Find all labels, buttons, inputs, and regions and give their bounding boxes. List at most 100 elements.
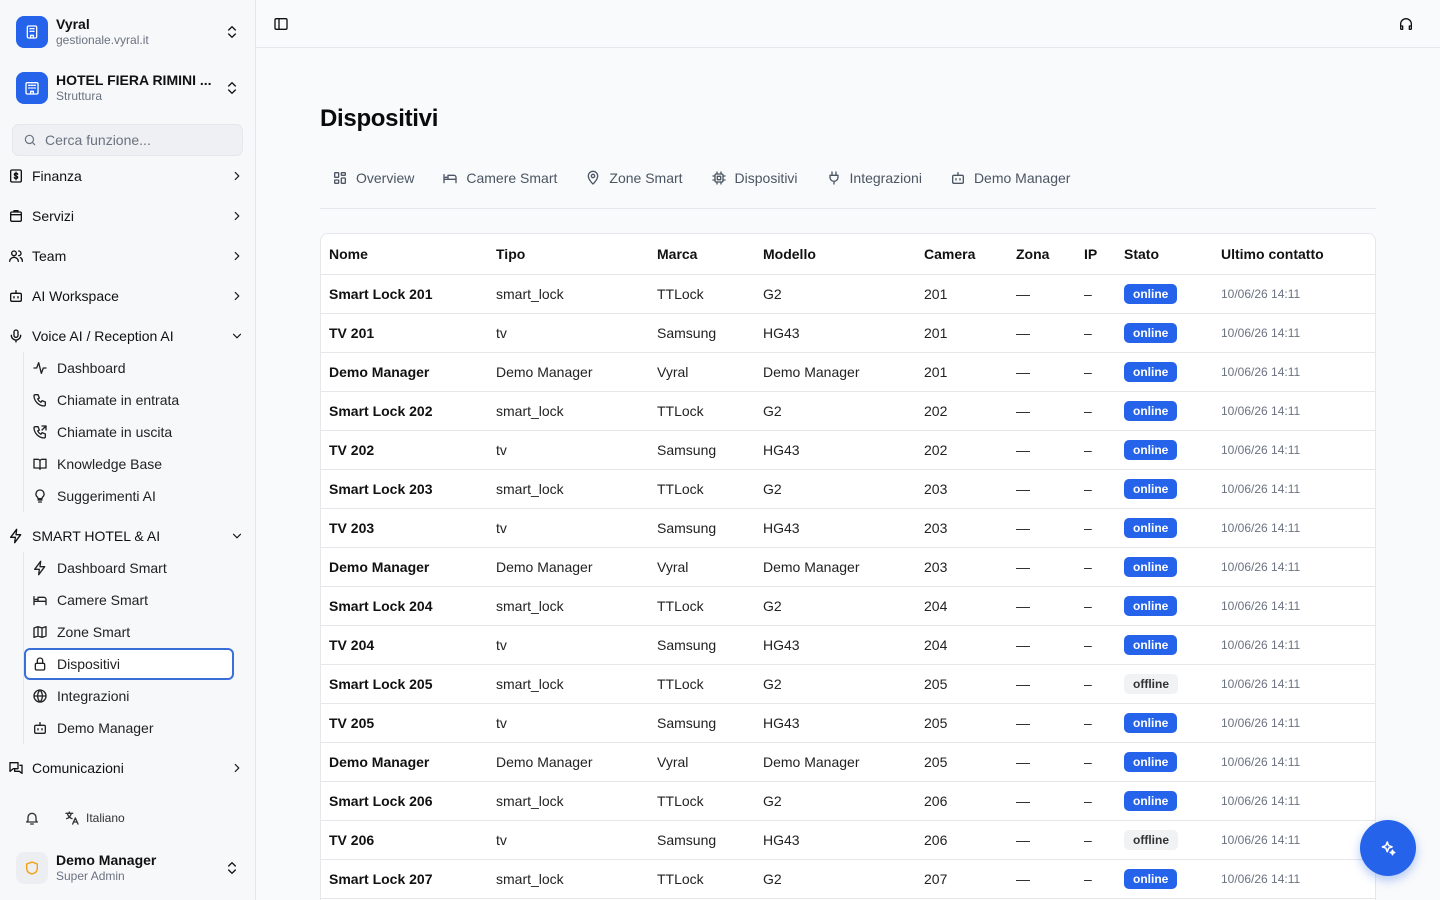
sidebar-item-incoming-calls[interactable]: Chiamate in entrata <box>24 385 232 415</box>
structure-switcher[interactable]: HOTEL FIERA RIMINI ... Struttura <box>8 64 248 112</box>
sidebar-item-dispositivi[interactable]: Dispositivi <box>24 648 234 680</box>
nav-group-voice-ai[interactable]: Voice AI / Reception AI <box>8 320 248 352</box>
bot-icon <box>951 172 964 184</box>
lightning-icon <box>34 560 46 576</box>
cell-tipo: tv <box>488 508 649 548</box>
bed-icon <box>33 596 47 606</box>
cell-modello: HG43 <box>755 313 916 353</box>
table-row[interactable]: Demo Manager Demo Manager Vyral Demo Manage… <box>321 352 1375 392</box>
cell-marca: Samsung <box>649 820 755 860</box>
org-switcher[interactable]: Vyral gestionale.vyral.it <box>8 8 248 56</box>
cell-camera: 206 <box>916 781 1008 821</box>
tab-integrazioni[interactable]: Integrazioni <box>814 161 934 195</box>
cell-camera: 205 <box>916 703 1008 743</box>
cell-modello: G2 <box>755 391 916 431</box>
search-input[interactable] <box>45 132 225 148</box>
sidebar-item-knowledge-base[interactable]: Knowledge Base <box>24 449 232 479</box>
table-row[interactable]: Smart Lock 202 smart_lock TTLock G2 202— – onl… <box>321 391 1375 431</box>
cell-ip: – <box>1076 586 1116 626</box>
table-row[interactable]: Smart Lock 207 smart_lock TTLock G2 207— – onl… <box>321 859 1375 899</box>
tab-dispositivi[interactable]: Dispositivi <box>699 161 810 195</box>
status-badge: online <box>1124 361 1178 382</box>
cell-camera: 203 <box>916 508 1008 548</box>
cell-tipo: tv <box>488 625 649 665</box>
cell-nome: Smart Lock 203 <box>321 469 488 509</box>
cell-stato: online <box>1116 313 1213 353</box>
nav-group-label: SMART HOTEL & AI <box>32 528 161 544</box>
nav-group-servizi[interactable]: Servizi <box>8 200 248 232</box>
cell-zona: — <box>1008 703 1076 743</box>
sidebar-item-outgoing-calls[interactable]: Chiamate in uscita <box>24 417 232 447</box>
sidebar-item-integrazioni[interactable]: Integrazioni <box>24 681 232 711</box>
table-row[interactable]: TV 203 tv Samsung HG43 203— – online 10/06/26 1… <box>321 508 1375 548</box>
nav-group-label: Servizi <box>32 208 75 224</box>
column-header: Zona <box>1008 234 1076 275</box>
cell-modello: HG43 <box>755 508 916 548</box>
sidebar-toggle-icon[interactable] <box>273 16 289 32</box>
status-badge: online <box>1124 556 1178 577</box>
bell-icon[interactable] <box>24 810 40 826</box>
user-menu[interactable]: Demo Manager Super Admin <box>8 844 248 892</box>
tab-camere-smart[interactable]: Camere Smart <box>430 161 569 195</box>
nav-group-finanza[interactable]: Finanza <box>8 160 248 192</box>
cell-camera: 203 <box>916 469 1008 509</box>
cell-nome: Demo Manager <box>321 352 488 392</box>
table-row[interactable]: Smart Lock 205 smart_lock TTLock G2 205— – off… <box>321 664 1375 704</box>
cell-nome: TV 203 <box>321 508 488 548</box>
sidebar-item-voice-dashboard[interactable]: Dashboard <box>24 353 232 383</box>
cell-ultimo-contatto: 10/06/26 14:11 <box>1213 430 1375 470</box>
sidebar-item-dashboard-smart[interactable]: Dashboard Smart <box>24 553 232 583</box>
tab-label: Integrazioni <box>849 170 922 186</box>
search-icon <box>24 134 36 146</box>
cell-marca: Samsung <box>649 625 755 665</box>
nav-group-comunicazioni[interactable]: Comunicazioni <box>8 752 248 784</box>
section-tabs: Overview Camere Smart Zone Smart Disposi… <box>320 161 1376 209</box>
table-row[interactable]: TV 201 tv Samsung HG43 201— – online 10/06/26 1… <box>321 313 1375 353</box>
cell-camera: 204 <box>916 586 1008 626</box>
sidebar-item-ai-suggestions[interactable]: Suggerimenti AI <box>24 481 232 511</box>
column-header: Ultimo contatto <box>1213 234 1375 275</box>
cell-modello: G2 <box>755 469 916 509</box>
tab-overview[interactable]: Overview <box>320 161 426 195</box>
table-row[interactable]: TV 206 tv Samsung HG43 206— – offline 10/06/26 … <box>321 820 1375 860</box>
ai-assistant-button[interactable] <box>1360 820 1416 876</box>
nav-group-ai-workspace[interactable]: AI Workspace <box>8 280 248 312</box>
cell-marca: TTLock <box>649 586 755 626</box>
table-row[interactable]: Smart Lock 206 smart_lock TTLock G2 206— – onl… <box>321 781 1375 821</box>
cell-ip: – <box>1076 274 1116 314</box>
sidebar: Vyral gestionale.vyral.it HOTEL FIERA RI… <box>0 0 256 900</box>
cell-modello: HG43 <box>755 625 916 665</box>
table-row[interactable]: Demo Manager Demo Manager Vyral Demo Manage… <box>321 547 1375 587</box>
sidebar-item-camere-smart[interactable]: Camere Smart <box>24 585 232 615</box>
cell-nome: TV 201 <box>321 313 488 353</box>
sidebar-item-demo-manager[interactable]: Demo Manager <box>24 713 232 743</box>
cell-nome: TV 202 <box>321 430 488 470</box>
cell-nome: TV 205 <box>321 703 488 743</box>
devices-table: Nome Tipo Marca Modello Camera Zona IP S… <box>320 233 1376 900</box>
language-selector[interactable]: Italiano <box>64 810 125 826</box>
table-row[interactable]: Smart Lock 203 smart_lock TTLock G2 203— – onl… <box>321 469 1375 509</box>
table-row[interactable]: Smart Lock 204 smart_lock TTLock G2 204— – onl… <box>321 586 1375 626</box>
cell-nome: Smart Lock 206 <box>321 781 488 821</box>
headphones-icon[interactable] <box>1398 16 1414 32</box>
sidebar-item-label: Camere Smart <box>57 592 149 608</box>
nav-group-smart-hotel[interactable]: SMART HOTEL & AI <box>8 520 248 552</box>
cell-nome: Smart Lock 207 <box>321 859 488 899</box>
nav-group-team[interactable]: Team <box>8 240 248 272</box>
status-badge: online <box>1124 400 1178 421</box>
tab-zone-smart[interactable]: Zone Smart <box>573 161 694 195</box>
table-row[interactable]: TV 205 tv Samsung HG43 205— – online 10/06/26 1… <box>321 703 1375 743</box>
tab-demo-manager[interactable]: Demo Manager <box>938 161 1083 195</box>
table-row[interactable]: Smart Lock 201 smart_lock TTLock G2 201— – onl… <box>321 274 1375 314</box>
cell-zona: — <box>1008 508 1076 548</box>
cell-camera: 201 <box>916 352 1008 392</box>
cell-ultimo-contatto: 10/06/26 14:11 <box>1213 352 1375 392</box>
table-row[interactable]: Demo Manager Demo Manager Vyral Demo Manage… <box>321 742 1375 782</box>
chevron-right-icon <box>234 291 240 301</box>
cell-modello: HG43 <box>755 820 916 860</box>
table-row[interactable]: TV 202 tv Samsung HG43 202— – online 10/06/26 1… <box>321 430 1375 470</box>
table-row[interactable]: TV 204 tv Samsung HG43 204— – online 10/06/26 1… <box>321 625 1375 665</box>
language-label: Italiano <box>86 811 125 825</box>
building-icon <box>16 16 48 48</box>
sidebar-item-zone-smart[interactable]: Zone Smart <box>24 617 232 647</box>
